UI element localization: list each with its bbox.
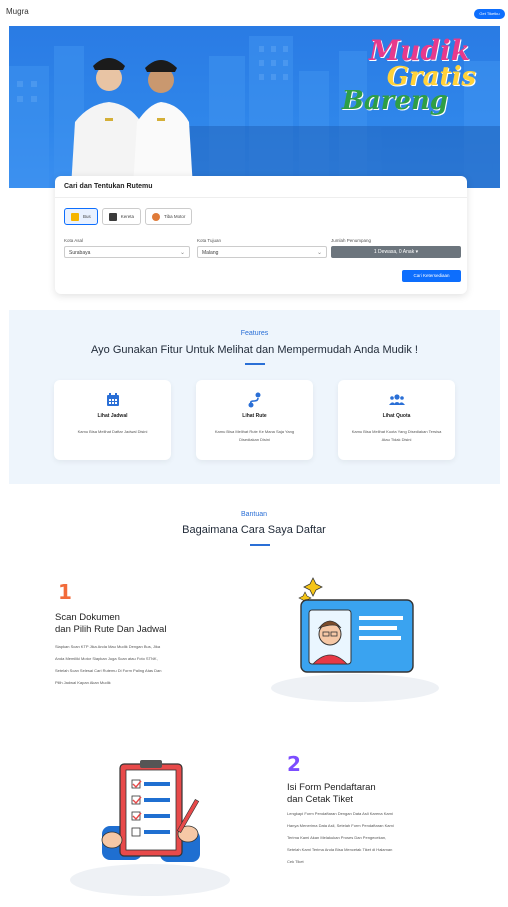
origin-select[interactable]: Surabaya ⌄ — [64, 246, 190, 258]
step-desc-line: Pilih Jadwal Kapan Akan Mudik — [55, 680, 111, 685]
origin-label: Kota Asal — [64, 238, 84, 243]
caret-down-icon: ▾ — [415, 249, 419, 255]
bus-icon — [71, 212, 79, 221]
step-desc-line: Setelah Scan Selesai Cari Rutemu Di Form… — [55, 668, 162, 673]
login-button[interactable]: Get Tiketku — [474, 9, 505, 19]
hero-title-line1: Mudik — [369, 34, 470, 67]
step-title: Scan Dokumen dan Pilih Rute Dan Jadwal — [55, 612, 167, 635]
officials-photo — [71, 58, 193, 188]
features-section: Features Ayo Gunakan Fitur Untuk Melihat… — [9, 310, 500, 484]
feature-card-schedule[interactable]: Lihat Jadwal Kamu Bisa Melihat Daftar Ja… — [54, 380, 171, 460]
help-eyebrow: Bantuan — [240, 511, 268, 518]
top-navbar: Mugra Get Tiketku — [0, 0, 508, 26]
title-underline — [245, 363, 265, 365]
chevron-down-icon: ⌄ — [316, 250, 322, 256]
users-icon — [388, 394, 405, 405]
step-description: Siapkan Scan KTP Jika Anda Mau Mudik Den… — [55, 641, 162, 689]
hero-banner: Mudik Gratis Bareng — [9, 26, 500, 188]
step-number: 2 — [287, 752, 301, 776]
search-card-title: Cari dan Tentukan Rutemu — [55, 176, 467, 198]
mode-label: Tiba Motor — [164, 214, 186, 219]
features-eyebrow: Features — [240, 330, 269, 337]
mode-train-button[interactable]: Kereta — [101, 208, 142, 225]
step-title: Isi Form Pendaftaran dan Cetak Tiket — [287, 782, 376, 805]
step-desc-line: Lengkapi Form Pendaftaran Dengan Data As… — [287, 811, 393, 816]
mode-label: Bus — [83, 214, 91, 219]
passengers-dropdown[interactable]: 1 Dewasa, 0 Anak ▾ — [331, 246, 461, 258]
route-icon — [248, 392, 260, 408]
search-availability-button[interactable]: Cari Ketersediaan — [402, 270, 461, 282]
destination-label: Kota Tujuan — [197, 238, 222, 243]
calendar-icon — [106, 393, 119, 406]
motorcycle-icon — [152, 212, 161, 221]
step-desc-line: Setelah Kami Terima Anda Bisa Mencetak T… — [287, 847, 393, 852]
feature-name: Lihat Quota — [382, 413, 411, 419]
mode-bus-button[interactable]: Bus — [64, 208, 98, 225]
step-number: 1 — [58, 580, 72, 604]
route-search-card: Cari dan Tentukan Rutemu Bus Kereta Tiba… — [55, 176, 467, 294]
feature-name: Lihat Jadwal — [97, 413, 128, 419]
mode-label: Kereta — [120, 214, 135, 219]
help-title: Bagaimana Cara Saya Daftar — [182, 524, 326, 536]
feature-desc: Kamu Bisa Melihat Kuota Yang Disediakan … — [351, 429, 442, 442]
feature-desc: Kamu Bisa Melihat Daftar Jadwal Disini — [77, 429, 148, 434]
feature-card-quota[interactable]: Lihat Quota Kamu Bisa Melihat Kuota Yang… — [338, 380, 455, 460]
step-desc-line: Anda Memiliki Motor Siapkan Juga Scan at… — [55, 656, 158, 661]
step-desc-line: Hanya Menerima Data Asli, Setelah Form P… — [287, 823, 394, 828]
chevron-down-icon: ⌄ — [179, 250, 185, 256]
id-card-illustration — [271, 577, 439, 702]
passengers-value: 1 Dewasa, 0 Anak — [373, 249, 415, 255]
brand-logo[interactable]: Mugra — [6, 7, 29, 16]
feature-card-route[interactable]: Lihat Rute Kamu Bisa Melihat Rute Ke Man… — [196, 380, 313, 460]
destination-value: Malang — [202, 250, 219, 256]
transport-mode-selector: Bus Kereta Tiba Motor — [64, 208, 193, 225]
passengers-label: Jumlah Penumpang — [331, 238, 372, 243]
hero-title: Mudik Gratis Bareng — [341, 34, 476, 117]
title-underline — [250, 544, 270, 546]
destination-select[interactable]: Malang ⌄ — [197, 246, 327, 258]
step-desc-line: Cek Tiket — [287, 859, 304, 864]
feature-name: Lihat Rute — [242, 413, 267, 419]
origin-value: Surabaya — [69, 250, 91, 256]
checklist-illustration — [70, 760, 230, 896]
features-title: Ayo Gunakan Fitur Untuk Melihat dan Memp… — [91, 344, 418, 356]
step-desc-line: Terima Kami Akan Melakukan Proses Dan Pe… — [287, 835, 387, 840]
feature-desc: Kamu Bisa Melihat Rute Ke Mana Saja Yang… — [214, 429, 295, 442]
mode-motorcycle-button[interactable]: Tiba Motor — [145, 208, 193, 225]
step-description: Lengkapi Form Pendaftaran Dengan Data As… — [287, 808, 394, 868]
train-icon — [108, 212, 117, 221]
step-desc-line: Siapkan Scan KTP Jika Anda Mau Mudik Den… — [55, 644, 161, 649]
hero-title-line3: Bareng — [341, 86, 448, 117]
